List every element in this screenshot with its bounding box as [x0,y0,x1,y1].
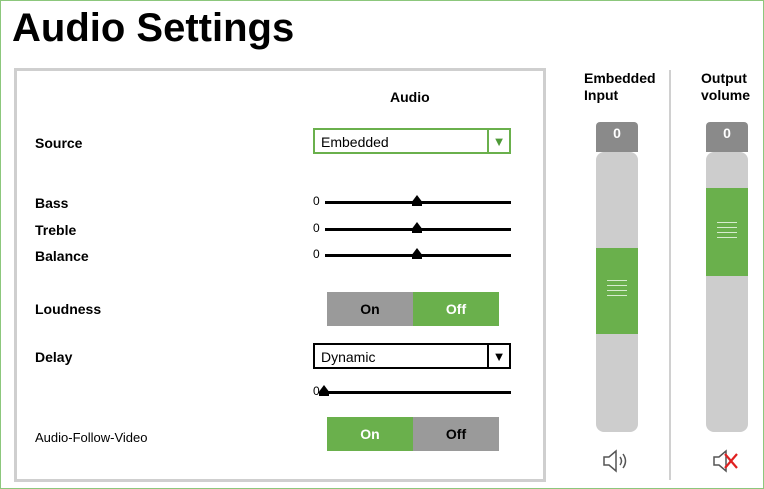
embedded-input-header-line2: Input [584,87,619,103]
chevron-down-icon[interactable]: ▼ [487,130,509,152]
loudness-toggle[interactable]: On Off [327,292,499,326]
loudness-off-option[interactable]: Off [413,292,499,326]
embedded-input-fader[interactable]: 0 [596,122,638,432]
balance-slider-thumb[interactable] [411,248,423,259]
bass-slider-thumb[interactable] [411,195,423,206]
delay-select-value: Dynamic [321,349,376,365]
treble-slider[interactable]: 0 [313,221,513,237]
speaker-muted-icon[interactable] [712,449,742,473]
embedded-input-fader-handle[interactable] [596,248,638,334]
embedded-input-value: 0 [596,122,638,152]
output-volume-fader-handle[interactable] [706,188,748,276]
treble-label: Treble [35,222,77,238]
fader-grip-line [717,222,737,223]
output-volume-header-line1: Output [701,70,747,86]
output-volume-value: 0 [706,122,748,152]
speaker-icon[interactable] [602,449,634,473]
embedded-input-header-line1: Embedded [584,70,656,86]
fader-divider [669,70,671,480]
fader-grip-line [717,237,737,238]
bass-slider[interactable]: 0 [313,194,513,210]
embedded-input-header: Embedded Input [584,70,656,104]
source-select[interactable]: Embedded ▼ [313,128,511,154]
bass-value: 0 [313,194,320,208]
audio-panel: Audio Source Embedded ▼ Bass 0 Treble 0 … [14,68,546,482]
bass-label: Bass [35,195,69,211]
chevron-down-icon[interactable]: ▼ [487,345,509,367]
treble-slider-thumb[interactable] [411,222,423,233]
delay-label: Delay [35,349,73,365]
afv-off-option[interactable]: Off [413,417,499,451]
delay-slider-thumb[interactable] [318,385,330,396]
delay-slider-track[interactable] [325,391,511,394]
afv-toggle[interactable]: On Off [327,417,499,451]
treble-value: 0 [313,221,320,235]
afv-on-option[interactable]: On [327,417,413,451]
afv-label: Audio-Follow-Video [35,430,148,445]
delay-select[interactable]: Dynamic ▼ [313,343,511,369]
loudness-on-option[interactable]: On [327,292,413,326]
fader-grip-line [607,285,627,286]
fader-grip-line [607,295,627,296]
page-title: Audio Settings [12,6,295,50]
fader-grip-line [717,227,737,228]
source-select-value: Embedded [321,134,389,150]
balance-label: Balance [35,248,89,264]
source-label: Source [35,135,83,151]
output-volume-header-line2: volume [701,87,751,103]
output-volume-header: Output volume [701,70,750,104]
fader-grip-line [607,280,627,281]
audio-column-header: Audio [390,89,430,105]
balance-slider[interactable]: 0 [313,247,513,263]
output-volume-fader[interactable]: 0 [706,122,748,432]
balance-value: 0 [313,247,320,261]
loudness-label: Loudness [35,301,102,317]
fader-grip-line [717,232,737,233]
delay-slider[interactable]: 0 [313,384,513,400]
fader-grip-line [607,290,627,291]
